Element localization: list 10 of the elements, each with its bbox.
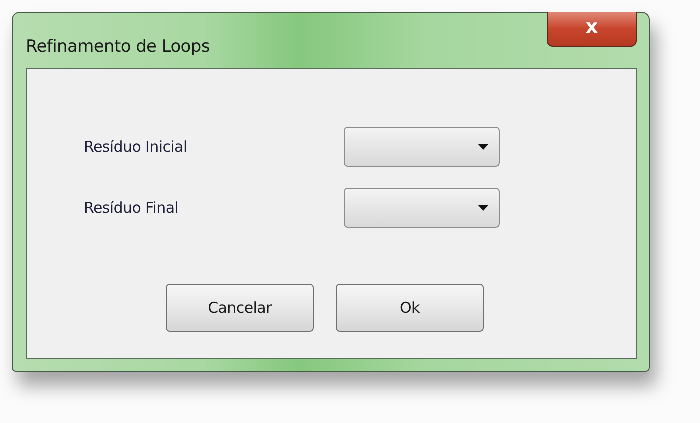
caret-icon	[478, 205, 489, 211]
ok-button[interactable]: Ok	[336, 284, 484, 332]
field-label: Resíduo Inicial	[84, 138, 188, 156]
dropdown[interactable]	[344, 127, 500, 167]
dropdown[interactable]	[344, 188, 500, 228]
caret-icon	[478, 144, 489, 150]
cancel-button[interactable]: Cancelar	[166, 284, 314, 332]
window-title: Refinamento de Loops	[26, 37, 210, 57]
field-label: Resíduo Final	[84, 199, 180, 217]
close-button[interactable]: x	[547, 12, 637, 47]
